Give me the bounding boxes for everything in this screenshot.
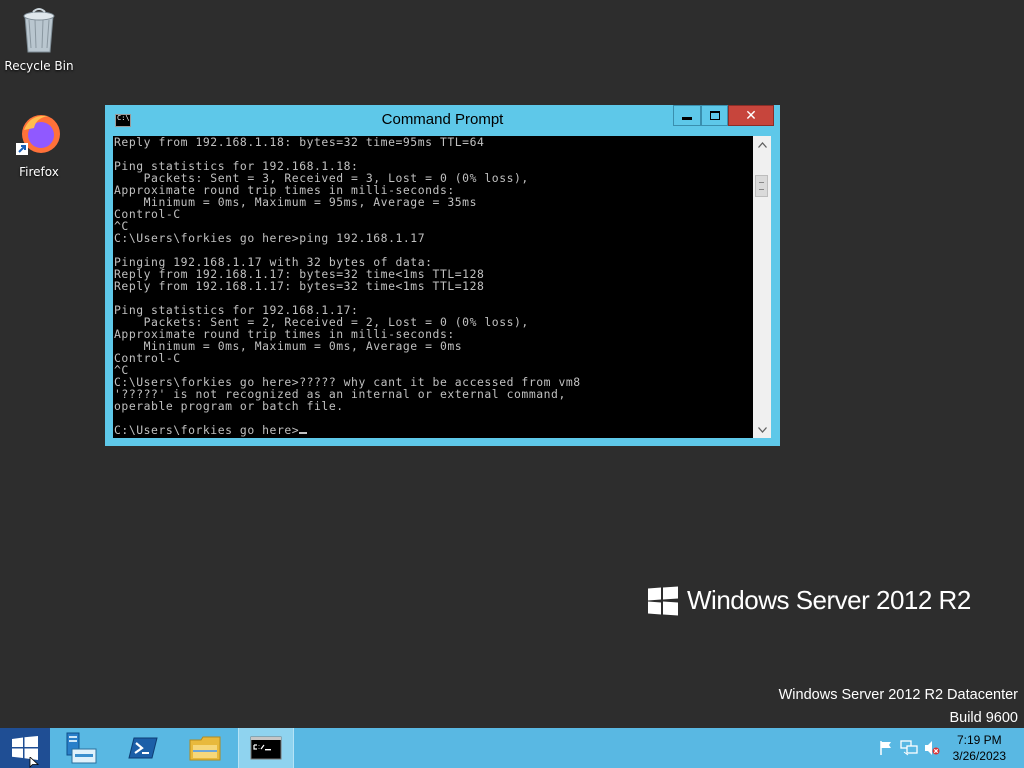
console-text: Reply from 192.168.1.18: bytes=32 time=9…	[113, 136, 753, 424]
firefox-shortcut[interactable]: Firefox	[4, 110, 74, 179]
console-line: Reply from 192.168.1.18: bytes=32 time=9…	[114, 136, 485, 149]
clock-time: 7:19 PM	[956, 733, 1002, 747]
maximize-button[interactable]	[701, 105, 728, 126]
vertical-scrollbar[interactable]	[753, 136, 771, 438]
maximize-icon	[709, 111, 720, 120]
server-manager-icon	[66, 732, 97, 764]
action-center-flag-icon[interactable]	[878, 740, 894, 756]
taskbar-server-manager[interactable]	[53, 728, 109, 768]
command-prompt-icon	[250, 736, 282, 760]
close-button[interactable]: ✕	[728, 105, 774, 126]
windows-logo-icon	[648, 585, 678, 616]
console-line: Reply from 192.168.1.17: bytes=32 time<1…	[114, 279, 485, 293]
minimize-button[interactable]	[673, 105, 701, 126]
scroll-up-button[interactable]	[753, 136, 771, 153]
taskbar-clock[interactable]: 7:19 PM 3/26/2023	[953, 732, 1006, 764]
system-tray: 7:19 PM 3/26/2023	[864, 728, 1024, 768]
edition-line: Windows Server 2012 R2 Datacenter	[778, 687, 1018, 703]
network-icon[interactable]	[900, 740, 918, 756]
taskbar-powershell[interactable]	[115, 728, 171, 768]
windows-branding: Windows Server 2012 R2	[648, 585, 971, 616]
title-bar[interactable]: C:\ Command Prompt ✕	[105, 105, 780, 135]
firefox-icon	[16, 115, 60, 155]
volume-muted-icon[interactable]	[924, 740, 940, 756]
recycle-bin-shortcut[interactable]: Recycle Bin	[4, 6, 74, 73]
chevron-down-icon	[757, 426, 767, 433]
powershell-icon	[128, 737, 158, 759]
recycle-bin-label: Recycle Bin	[4, 59, 74, 73]
taskbar-command-prompt[interactable]	[238, 728, 294, 768]
console-prompt: C:\Users\forkies go here>	[114, 423, 300, 437]
console-line: operable program or batch file.	[114, 399, 344, 413]
clock-date: 3/26/2023	[952, 749, 1006, 763]
close-icon: ✕	[745, 107, 757, 124]
taskbar-file-explorer[interactable]	[177, 728, 233, 768]
start-button[interactable]	[0, 728, 50, 768]
command-prompt-window: C:\ Command Prompt ✕ Reply from 192.168.…	[105, 105, 780, 446]
recycle-bin-icon	[23, 8, 55, 53]
branding-text: Windows Server 2012 R2	[687, 585, 971, 615]
scrollbar-thumb[interactable]	[755, 175, 768, 197]
scroll-down-button[interactable]	[753, 421, 771, 438]
text-cursor	[299, 432, 308, 434]
build-line: Build 9600	[949, 710, 1018, 726]
edition-watermark: Windows Server 2012 R2 Datacenter Build …	[779, 684, 1018, 730]
chevron-up-icon	[757, 141, 767, 148]
firefox-label: Firefox	[19, 165, 59, 179]
file-explorer-icon	[189, 736, 221, 761]
taskbar: 7:19 PM 3/26/2023	[0, 728, 1024, 768]
console-line: C:\Users\forkies go here>ping 192.168.1.…	[114, 231, 426, 245]
minimize-icon	[682, 117, 692, 120]
mouse-pointer-icon	[29, 757, 39, 768]
console-output[interactable]: Reply from 192.168.1.18: bytes=32 time=9…	[113, 136, 753, 438]
